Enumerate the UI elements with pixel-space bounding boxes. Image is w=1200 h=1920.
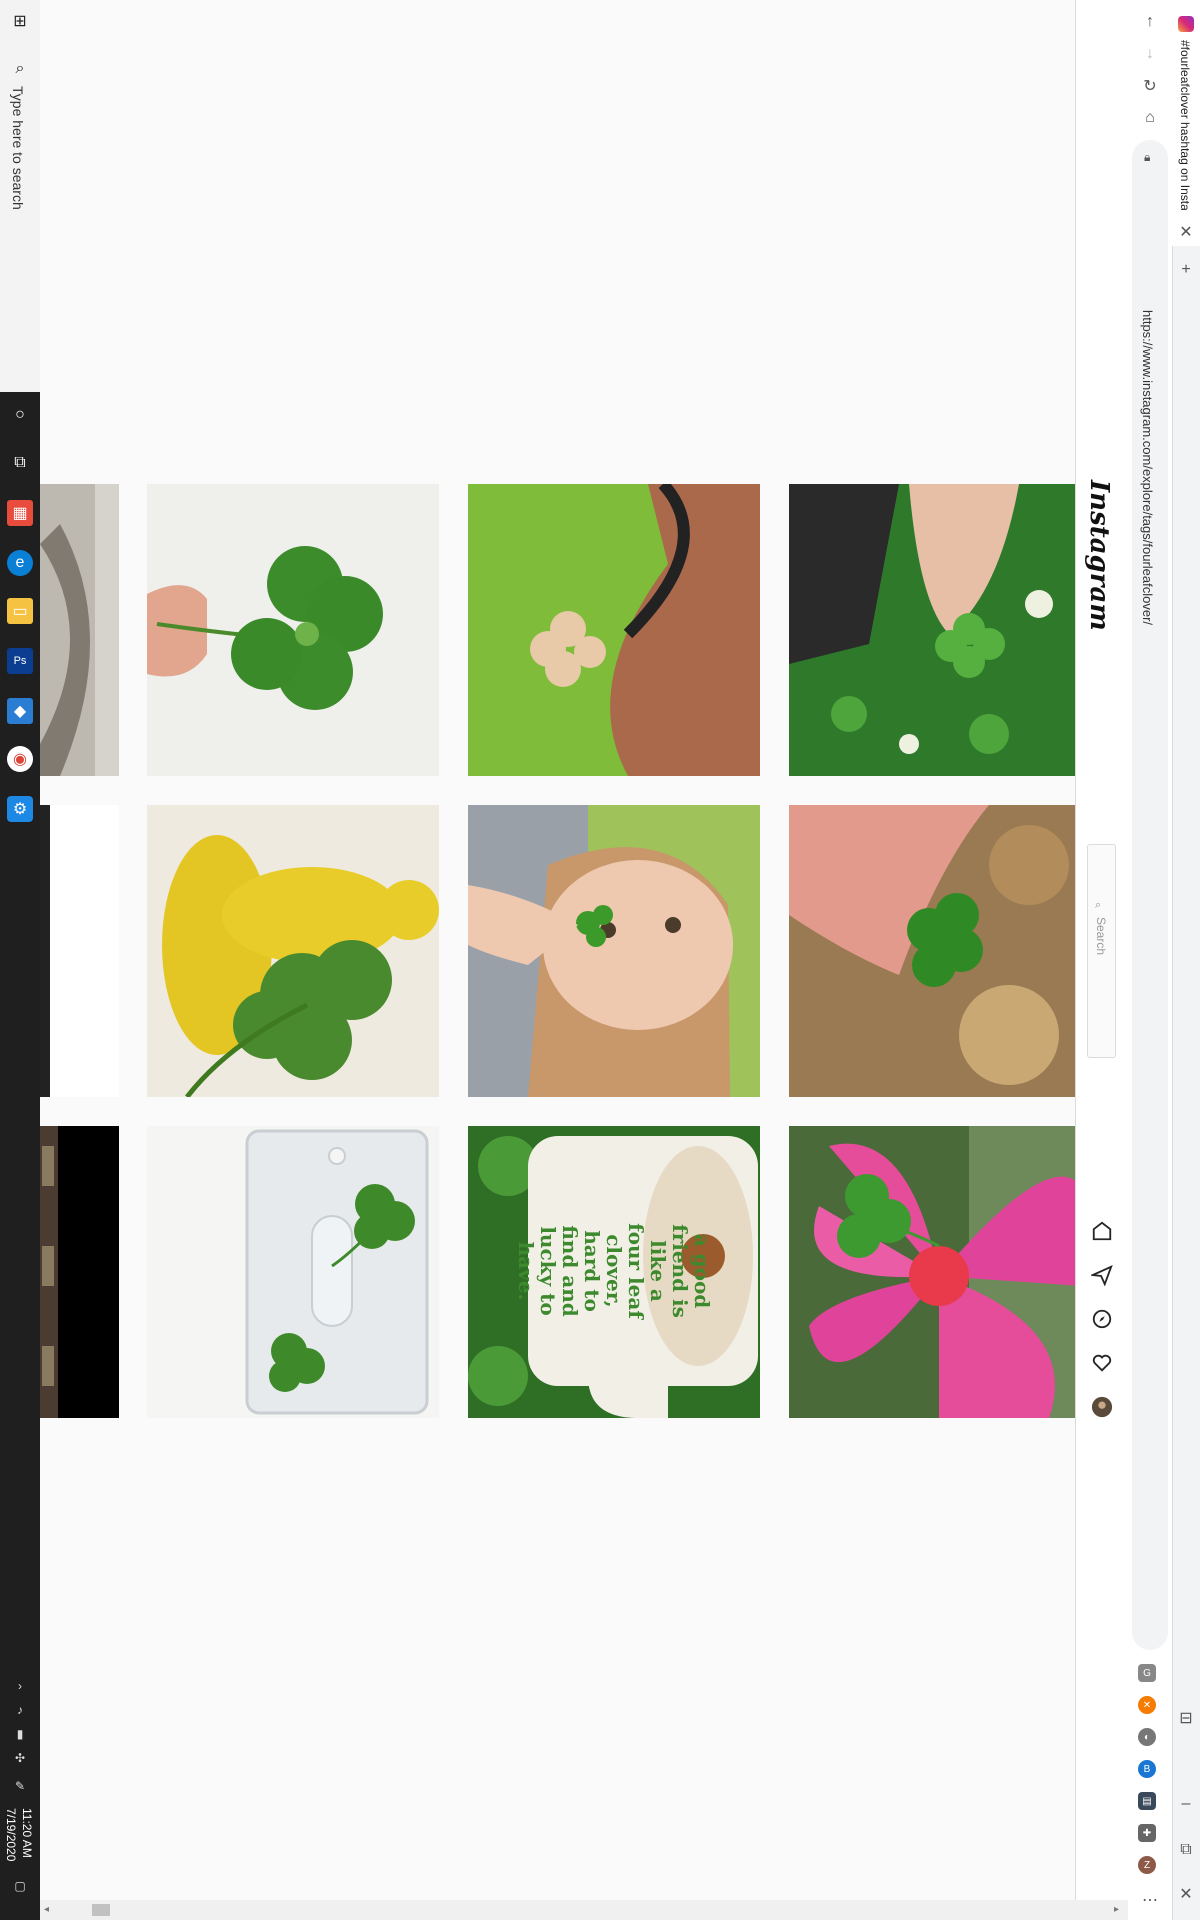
browser-chrome: ↑ ↓ ↻ ⌂ 🔒︎ https://www.instagram.com/exp…	[1128, 0, 1200, 1920]
instagram-favicon-icon	[1178, 16, 1194, 32]
post-tile[interactable]	[147, 484, 439, 776]
profile-avatar[interactable]	[1089, 1394, 1115, 1420]
home-icon[interactable]: ⌂	[1136, 104, 1164, 132]
network-icon[interactable]: ✣	[10, 1748, 30, 1768]
windows-start-icon[interactable]: ⊞	[7, 8, 33, 34]
extensions-puzzle-icon[interactable]: ✚	[1138, 1824, 1156, 1842]
search-input[interactable]: ⌕ Search	[1087, 844, 1116, 1058]
post-image	[40, 1126, 119, 1418]
instagram-header: Instagram ⌕ Search	[1075, 0, 1129, 1900]
restore-icon[interactable]: ⧉	[1172, 1836, 1200, 1864]
close-tab-icon[interactable]: ✕	[1172, 218, 1200, 246]
post-tile[interactable]	[40, 1126, 119, 1418]
post-image	[789, 805, 1081, 1097]
app-icon[interactable]: ◆	[7, 698, 33, 724]
address-bar-url: https://www.instagram.com/explore/tags/f…	[1140, 310, 1155, 626]
settings-gear-icon[interactable]: ⚙	[7, 796, 33, 822]
profile-avatar[interactable]: Z	[1138, 1856, 1156, 1874]
post-image	[789, 1126, 1081, 1418]
tab-search-icon[interactable]: ⊟	[1172, 1704, 1200, 1732]
forward-icon[interactable]: ↓	[1136, 40, 1164, 68]
tab-title: #fourleafclover hashtag on Insta	[1178, 40, 1192, 210]
close-window-icon[interactable]: ✕	[1172, 1880, 1200, 1908]
page-content: a good friend is like a four leaf clover…	[40, 0, 1128, 1900]
extension-icon[interactable]: B	[1138, 1760, 1156, 1778]
reload-icon[interactable]: ↻	[1136, 72, 1164, 100]
new-tab-icon[interactable]: +	[1172, 256, 1200, 284]
chevron-up-icon[interactable]: ›	[10, 1676, 30, 1696]
file-explorer-icon[interactable]: ▭	[7, 598, 33, 624]
scroll-left-icon[interactable]: ◂	[44, 1904, 49, 1915]
pen-icon[interactable]: ✎	[10, 1776, 30, 1796]
post-image	[40, 484, 119, 776]
instagram-logo[interactable]: Instagram	[1084, 480, 1114, 631]
post-tile[interactable]	[789, 805, 1081, 1097]
post-tile[interactable]	[789, 1126, 1081, 1418]
battery-icon[interactable]: ▮	[10, 1724, 30, 1744]
post-image	[468, 484, 760, 776]
address-bar[interactable]: 🔒︎ https://www.instagram.com/explore/tag…	[1132, 140, 1168, 1650]
clock-time[interactable]: 11:20 AM	[20, 1808, 34, 1858]
post-tile[interactable]	[147, 1126, 439, 1418]
post-tile[interactable]	[40, 805, 119, 1097]
activity-heart-icon[interactable]	[1089, 1350, 1115, 1376]
post-image	[789, 484, 1081, 776]
search-icon: ⌕	[15, 60, 25, 77]
extension-icon[interactable]: ◐	[1138, 1728, 1156, 1746]
scrollbar-thumb[interactable]	[92, 1904, 110, 1916]
speaker-icon[interactable]: ♪	[10, 1700, 30, 1720]
scroll-right-icon[interactable]: ▸	[1114, 1904, 1119, 1915]
browser-tab[interactable]: #fourleafclover hashtag on Insta ✕	[1172, 0, 1200, 246]
taskbar-search-box[interactable]: ⊞ ⌕ Type here to search	[0, 0, 41, 392]
menu-more-icon[interactable]: ⋯	[1136, 1886, 1164, 1914]
post-tile[interactable]	[468, 484, 760, 776]
chrome-icon[interactable]: ◉	[7, 746, 33, 772]
lock-icon: 🔒︎	[1144, 150, 1151, 164]
post-image	[147, 1126, 439, 1418]
browser-toolbar: ↑ ↓ ↻ ⌂ 🔒︎ https://www.instagram.com/exp…	[1128, 0, 1173, 1920]
back-icon[interactable]: ↑	[1136, 8, 1164, 36]
minimize-icon[interactable]: –	[1172, 1790, 1200, 1818]
edge-icon[interactable]: e	[7, 550, 33, 576]
notifications-icon[interactable]: ▢	[10, 1876, 30, 1896]
explore-compass-icon[interactable]	[1089, 1306, 1115, 1332]
clock-date[interactable]: 7/19/2020	[4, 1808, 18, 1861]
post-tile[interactable]	[147, 805, 439, 1097]
mug-text: a good friend is like a four leaf clover…	[514, 1223, 714, 1319]
store-icon[interactable]: ▦	[7, 500, 33, 526]
horizontal-scrollbar[interactable]: ◂ ▸	[40, 1900, 1128, 1920]
photoshop-icon[interactable]: Ps	[7, 648, 33, 674]
windows-taskbar: ⊞ ⌕ Type here to search ○ ⧉ ▦ e ▭ Ps ◆ ◉…	[0, 0, 41, 1920]
post-image	[147, 805, 439, 1097]
direct-messages-icon[interactable]	[1089, 1262, 1115, 1288]
task-view-icon[interactable]: ⧉	[7, 450, 33, 476]
post-tile[interactable]	[789, 484, 1081, 776]
taskbar-search-placeholder: Type here to search	[10, 86, 26, 210]
extension-icon[interactable]: G	[1138, 1664, 1156, 1682]
post-tile[interactable]	[40, 484, 119, 776]
post-image	[468, 805, 760, 1097]
post-tile[interactable]	[468, 805, 760, 1097]
extension-icon[interactable]: ✕	[1138, 1696, 1156, 1714]
post-tile[interactable]: a good friend is like a four leaf clover…	[468, 1126, 760, 1418]
search-icon: ⌕	[1095, 899, 1102, 911]
post-image	[40, 805, 119, 1097]
cortana-icon[interactable]: ○	[7, 402, 33, 428]
extension-icon[interactable]: ▤	[1138, 1792, 1156, 1810]
search-placeholder: Search	[1094, 917, 1108, 956]
post-image	[147, 484, 439, 776]
home-icon[interactable]	[1089, 1218, 1115, 1244]
